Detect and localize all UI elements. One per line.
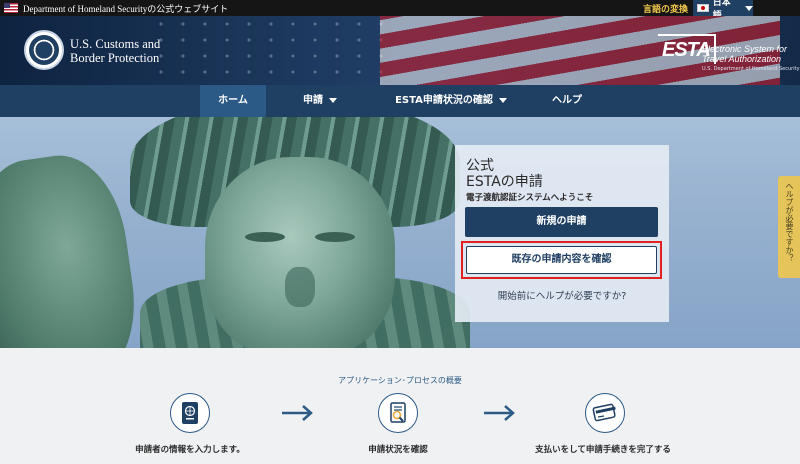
esta-logo[interactable]: ESTA Electronic System for Travel Author…: [658, 26, 800, 82]
welcome-card: 公式 ESTAの申請 電子渡航認証システムへようこそ 新規の申請 既存の申請内容…: [455, 145, 669, 322]
step-label: 申請者の情報を入力します。: [135, 445, 245, 455]
statue-face: [205, 157, 395, 348]
arrow-right-icon: [282, 405, 313, 421]
help-side-tab[interactable]: ヘルプが必要ですか？: [778, 176, 800, 278]
esta-dept-text: U.S. Department of Homeland Security: [702, 66, 800, 72]
japan-flag-icon: [697, 4, 709, 12]
hero-statue-of-liberty-image: [0, 117, 800, 348]
process-title: アプリケーション･プロセスの概要: [338, 376, 462, 385]
nav-item-label: 申請: [303, 95, 323, 106]
step-label: 申請状況を確認: [368, 445, 428, 455]
main-nav: ホーム 申請 ESTA申請状況の確認 ヘルプ: [0, 85, 800, 117]
dhs-seal-icon[interactable]: [24, 30, 64, 70]
help-side-tab-label: ヘルプが必要ですか？: [785, 182, 794, 262]
us-flag-icon: [4, 3, 18, 13]
cbp-logo-text[interactable]: U.S. Customs and Border Protection: [70, 37, 160, 65]
existing-application-button[interactable]: 既存の申請内容を確認: [466, 246, 657, 274]
passport-icon: [170, 393, 210, 433]
new-application-button[interactable]: 新規の申請: [465, 207, 658, 237]
nav-item-check-status[interactable]: ESTA申請状況の確認: [395, 85, 507, 117]
nav-item-apply[interactable]: 申請: [290, 85, 350, 117]
flag-stars-background: [150, 16, 390, 85]
step-label: 支払いをして申請手続きを完了する: [535, 445, 671, 455]
nav-item-home[interactable]: ホーム: [200, 85, 266, 117]
language-change-link[interactable]: 言語の変換: [643, 2, 688, 15]
chevron-down-icon: [745, 5, 753, 11]
chevron-down-icon: [498, 97, 507, 103]
language-select[interactable]: 日本語: [693, 0, 753, 21]
agency-name-line2: Border Protection: [70, 51, 160, 65]
esta-full-name-line1: Electronic System for: [702, 44, 788, 54]
arrow-right-icon: [484, 405, 515, 421]
card-subtitle: 電子渡航認証システムへようこそ: [466, 193, 594, 203]
card-title-line2: ESTAの申請: [466, 174, 543, 190]
credit-card-icon: [585, 393, 625, 433]
site-header: U.S. Customs and Border Protection ESTA …: [0, 16, 800, 85]
nav-item-label: ホーム: [218, 95, 248, 106]
chevron-down-icon: [329, 97, 337, 103]
official-site-note: Department of Homeland Securityの公式ウェブサイト: [23, 3, 229, 14]
help-before-start-link[interactable]: 開始前にヘルプが必要ですか?: [455, 288, 669, 302]
nav-item-help[interactable]: ヘルプ: [540, 85, 594, 117]
nav-item-label: ヘルプ: [552, 95, 582, 106]
esta-full-name: Electronic System for Travel Authorizati…: [702, 44, 787, 64]
agency-name-line1: U.S. Customs and: [70, 37, 161, 51]
highlight-box: 既存の申請内容を確認: [461, 241, 662, 279]
document-search-icon: [378, 393, 418, 433]
process-overview-section: アプリケーション･プロセスの概要 申請者の情報を入力します。 申請状況を確認 支…: [0, 348, 800, 464]
esta-full-name-line2: Travel Authorization: [702, 54, 782, 64]
statue-arm: [0, 147, 146, 348]
nav-item-label: ESTA申請状況の確認: [395, 95, 493, 106]
top-utility-bar: Department of Homeland Securityの公式ウェブサイト…: [0, 0, 800, 21]
